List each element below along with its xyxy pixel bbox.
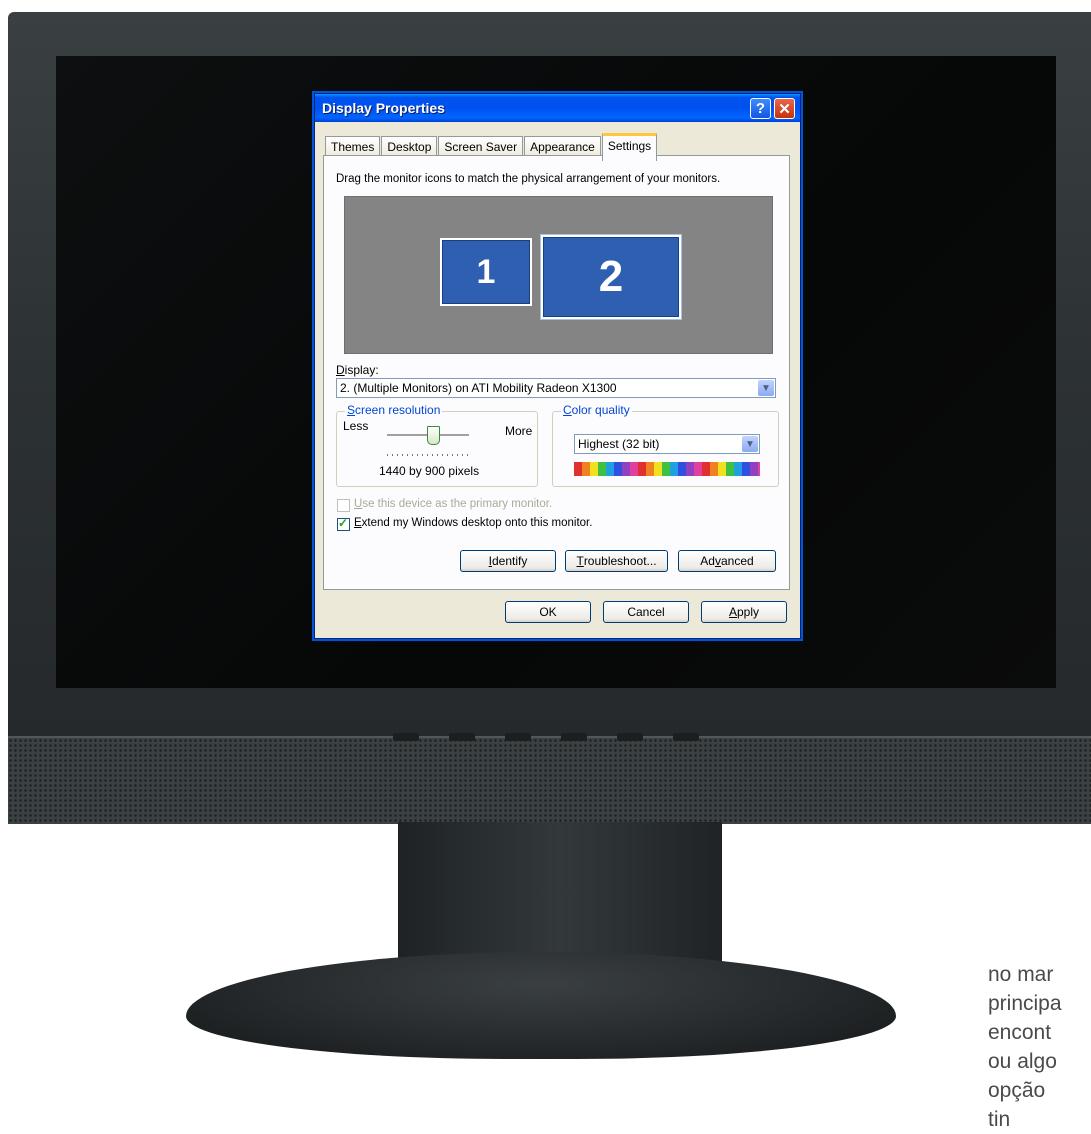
accel-key: S: [347, 403, 356, 417]
tab-strip: Themes Desktop Screen Saver Appearance S…: [325, 133, 658, 161]
monitor-controls: [393, 733, 699, 743]
magazine-line: ou algo: [988, 1050, 1057, 1073]
button-label: pply: [737, 605, 760, 619]
resolution-label: Screen resolution: [345, 403, 443, 417]
window-title: Display Properties: [322, 100, 445, 116]
more-label: More: [505, 424, 533, 438]
monitor-stand-base: [186, 952, 896, 1059]
help-button[interactable]: ?: [750, 98, 771, 119]
button-label: roubleshoot...: [583, 554, 657, 568]
ok-button[interactable]: OK: [505, 601, 591, 623]
accel-key: A: [728, 605, 737, 619]
display-value: 2. (Multiple Monitors) on ATI Mobility R…: [340, 381, 617, 395]
help-icon: ?: [755, 100, 766, 117]
color-spectrum-bar: [574, 462, 760, 476]
magazine-line: encont: [988, 1021, 1052, 1044]
accel-key: D: [336, 363, 345, 377]
apply-button[interactable]: Apply: [701, 601, 787, 623]
extend-desktop-checkbox[interactable]: [337, 516, 350, 531]
magazine-text: no mar principa encont ou algo opção tin: [988, 960, 1091, 1134]
monitor-1-icon[interactable]: 1: [440, 238, 532, 306]
power-button: [393, 733, 419, 741]
speaker-grille: [8, 736, 1091, 824]
monitor-number: 2: [598, 252, 624, 301]
magazine-line: tin: [988, 1108, 1011, 1131]
title-bar[interactable]: Display Properties ? ✕: [315, 94, 800, 122]
primary-monitor-label: Use this device as the primary monitor.: [354, 498, 552, 510]
slider-ticks: [387, 454, 469, 456]
resolution-group: Screen resolution Less More 1440 by 900 …: [336, 403, 538, 487]
label-text: creen resolution: [355, 403, 441, 417]
label-text: se this device as the primary monitor.: [362, 498, 553, 510]
accel-key: E: [354, 517, 362, 529]
magazine-line: no mar: [988, 963, 1054, 986]
monitor-arrangement-area: 1 2: [344, 196, 773, 354]
magazine-line: principa: [988, 992, 1062, 1015]
close-button[interactable]: ✕: [774, 98, 795, 119]
chevron-down-icon[interactable]: ▼: [758, 380, 774, 396]
accel-key: C: [563, 403, 572, 417]
color-quality-value: Highest (32 bit): [578, 437, 660, 451]
up-button: [561, 733, 587, 741]
down-button: [505, 733, 531, 741]
cancel-button[interactable]: Cancel: [603, 601, 689, 623]
label-text: olor quality: [571, 403, 630, 417]
magazine-line: opção: [988, 1079, 1046, 1102]
button-label: Ad: [700, 554, 715, 568]
settings-panel: Drag the monitor icons to match the phys…: [323, 155, 790, 590]
button-label: anced: [720, 554, 754, 568]
display-select[interactable]: 2. (Multiple Monitors) on ATI Mobility R…: [336, 378, 776, 398]
primary-monitor-checkbox[interactable]: [337, 499, 350, 512]
monitor-number: 1: [476, 252, 496, 291]
label-text: xtend my Windows desktop onto this monit…: [361, 517, 593, 529]
close-icon: ✕: [778, 100, 791, 118]
accel-key: T: [576, 554, 584, 568]
troubleshoot-button[interactable]: Troubleshoot...: [565, 550, 668, 572]
button-label: dentify: [491, 554, 528, 568]
menu-button: [449, 733, 475, 741]
chevron-down-icon[interactable]: ▼: [742, 436, 758, 452]
tab-settings[interactable]: Settings: [601, 133, 658, 161]
color-quality-select[interactable]: Highest (32 bit) ▼: [574, 434, 760, 454]
resolution-slider-thumb[interactable]: [427, 426, 440, 445]
advanced-button[interactable]: Ad v anced: [678, 550, 776, 572]
resolution-value: 1440 by 900 pixels: [379, 464, 480, 478]
display-properties-dialog: Display Properties ? ✕ Themes Desktop Sc…: [314, 93, 801, 639]
auto-button: [673, 733, 699, 741]
source-button: [617, 733, 643, 741]
monitor-2-icon[interactable]: 2: [540, 234, 682, 320]
color-quality-label: Color quality: [561, 403, 632, 417]
display-label: Display:: [336, 363, 379, 377]
identify-button[interactable]: Identify: [460, 550, 556, 572]
label-text: isplay:: [344, 363, 379, 377]
extend-desktop-label: Extend my Windows desktop onto this moni…: [354, 517, 592, 529]
less-label: Less: [343, 419, 369, 433]
instruction-text: Drag the monitor icons to match the phys…: [336, 173, 721, 185]
